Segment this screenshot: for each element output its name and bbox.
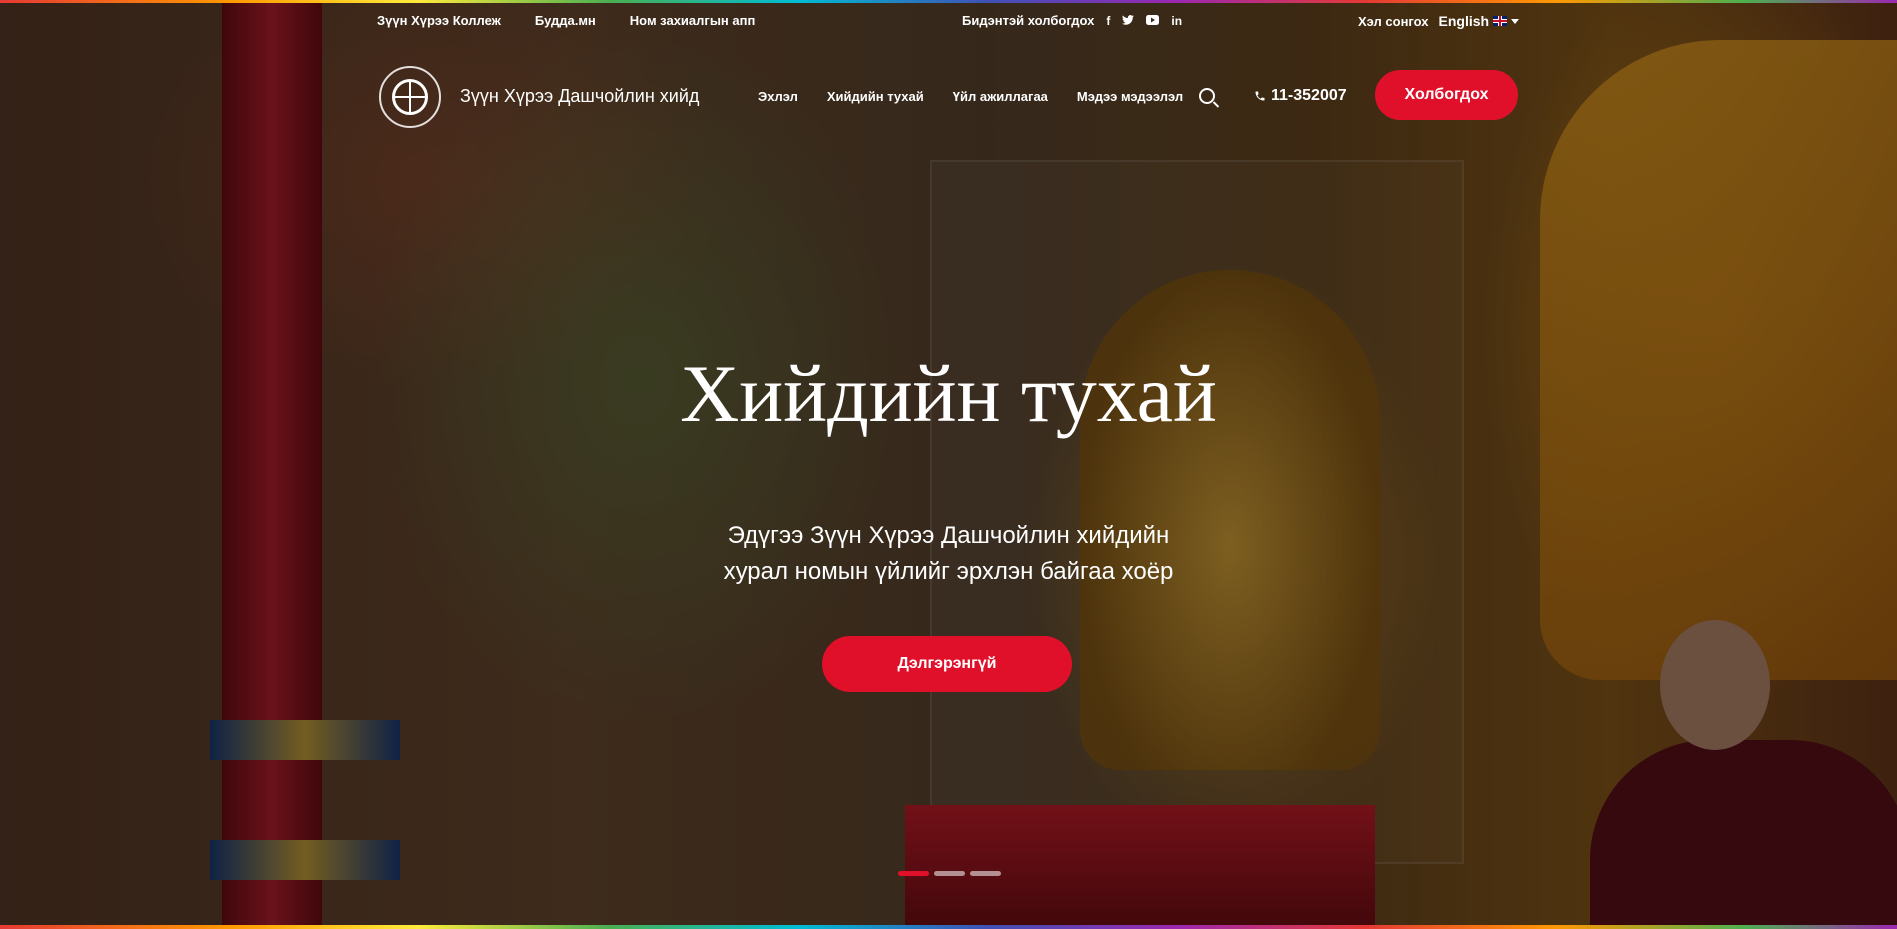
topbar-language: Хэл сонгох English (1358, 13, 1520, 29)
nav-item-about[interactable]: Хийдийн тухай (827, 89, 924, 104)
topbar: Зүүн Хүрээ Коллеж Будда.мн Ном захиалгын… (0, 0, 1897, 40)
phone-number[interactable]: 11-352007 (1254, 87, 1347, 105)
slider-pagination (898, 871, 1001, 876)
chevron-down-icon (1511, 18, 1520, 24)
hero-background (0, 0, 1897, 929)
hero-title: Хийдийн тухай (680, 348, 1217, 439)
topbar-link-book-app[interactable]: Ном захиалгын апп (630, 13, 756, 28)
phone-icon (1255, 91, 1265, 101)
uk-flag-icon (1493, 16, 1508, 26)
language-label: Хэл сонгох (1358, 13, 1429, 29)
contact-button[interactable]: Холбогдох (1375, 70, 1518, 120)
hero-subtitle: Эдүгээ Зүүн Хүрээ Дашчойлин хийдийн хура… (0, 518, 1897, 590)
facebook-icon[interactable]: f (1106, 14, 1110, 28)
hero-dark-overlay (0, 0, 1897, 929)
nav-menu: Эхлэл Хийдийн тухай Үйл ажиллагаа Мэдээ … (758, 89, 1183, 104)
logo-dharma-wheel-icon[interactable] (379, 66, 441, 128)
topbar-link-buddha[interactable]: Будда.мн (535, 13, 596, 28)
slider-dot-1[interactable] (898, 871, 929, 876)
topbar-links: Зүүн Хүрээ Коллеж Будда.мн Ном захиалгын… (377, 13, 755, 28)
main-nav: Зүүн Хүрээ Дашчойлин хийд Эхлэл Хийдийн … (0, 62, 1897, 132)
topbar-social: Бидэнтэй холбогдох f in (962, 13, 1182, 28)
rainbow-stripe-bottom (0, 925, 1897, 929)
nav-item-activities[interactable]: Үйл ажиллагаа (953, 89, 1048, 104)
phone-text: 11-352007 (1271, 87, 1347, 104)
nav-item-home[interactable]: Эхлэл (758, 89, 798, 104)
slider-dot-2[interactable] (934, 871, 965, 876)
hero-details-button[interactable]: Дэлгэрэнгүй (822, 636, 1072, 692)
linkedin-icon[interactable]: in (1171, 14, 1182, 28)
language-dropdown[interactable]: English (1439, 13, 1520, 29)
search-icon[interactable] (1199, 88, 1215, 104)
hero-subtitle-line-1: Эдүгээ Зүүн Хүрээ Дашчойлин хийдийн (727, 522, 1170, 549)
language-current: English (1438, 13, 1490, 29)
social-label: Бидэнтэй холбогдох (962, 13, 1095, 28)
site-name[interactable]: Зүүн Хүрээ Дашчойлин хийд (460, 86, 699, 107)
hero-subtitle-line-2: хурал номын үйлийг эрхлэн байгаа хоёр (723, 558, 1174, 585)
nav-item-news[interactable]: Мэдээ мэдээлэл (1077, 89, 1183, 104)
topbar-link-college[interactable]: Зүүн Хүрээ Коллеж (377, 13, 501, 28)
youtube-icon[interactable] (1146, 14, 1160, 28)
twitter-icon[interactable] (1122, 14, 1135, 28)
slider-dot-3[interactable] (970, 871, 1001, 876)
